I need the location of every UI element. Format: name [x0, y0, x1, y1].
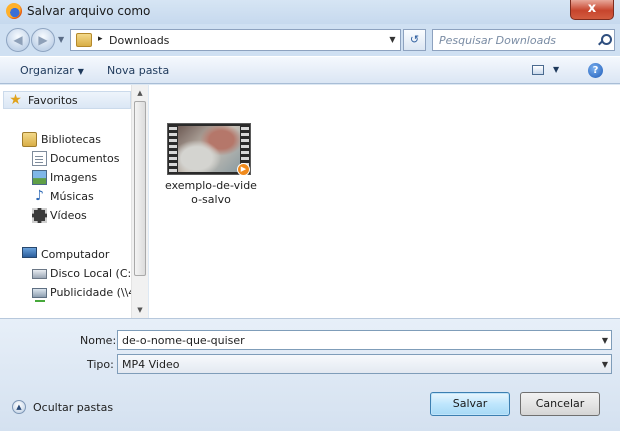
view-dropdown-icon[interactable]: ▼ — [553, 65, 559, 74]
file-type-select[interactable]: MP4 Video ▼ — [117, 354, 612, 374]
nav-item-documentos[interactable]: Documentos — [0, 150, 134, 168]
search-input[interactable]: Pesquisar Downloads — [439, 34, 556, 47]
chevron-down-icon[interactable]: ▼ — [602, 336, 608, 345]
nav-item-label: Bibliotecas — [41, 133, 102, 146]
file-name: exemplo-de-video-salvo — [165, 179, 257, 206]
nav-item-bibliotecas[interactable]: Bibliotecas — [0, 131, 134, 149]
save-options-panel: Nome: de-o-nome-que-quiser ▼ Tipo: MP4 V… — [0, 318, 620, 431]
documents-icon — [32, 151, 47, 166]
nav-item-label: Imagens — [50, 171, 98, 184]
chevron-down-icon[interactable]: ▼ — [602, 360, 608, 369]
play-icon: ▶ — [237, 163, 250, 176]
scroll-thumb[interactable] — [134, 101, 146, 276]
hide-folders-label[interactable]: Ocultar pastas — [33, 401, 113, 414]
navigation-pane: ★ Favoritos Bibliotecas Documentos Image… — [0, 85, 148, 318]
firefox-icon — [6, 3, 22, 19]
organize-button[interactable]: Organizar ▼ — [20, 64, 84, 77]
network-drive-icon — [32, 288, 47, 302]
recent-locations-dropdown[interactable]: ▼ — [58, 35, 64, 44]
help-icon[interactable]: ? — [588, 63, 603, 78]
window-title: Salvar arquivo como — [27, 4, 151, 18]
chevron-up-icon[interactable]: ▲ — [12, 400, 26, 414]
view-options-icon[interactable] — [532, 65, 544, 75]
nav-item-computador[interactable]: Computador — [0, 246, 134, 264]
star-icon: ★ — [9, 92, 22, 108]
file-list-pane[interactable]: ▶ exemplo-de-video-salvo — [149, 85, 620, 318]
breadcrumb-downloads[interactable]: Downloads — [109, 34, 169, 47]
command-toolbar: Organizar ▼ Nova pasta ▼ ? — [0, 56, 620, 84]
file-name-field[interactable]: de-o-nome-que-quiser ▼ — [117, 330, 612, 350]
nav-item-label: Favoritos — [28, 94, 78, 107]
libraries-icon — [22, 132, 37, 147]
type-label: Tipo: — [87, 358, 114, 371]
file-name-value[interactable]: de-o-nome-que-quiser — [122, 334, 245, 347]
search-box[interactable]: Pesquisar Downloads — [432, 29, 615, 51]
computer-icon — [22, 247, 37, 258]
forward-button[interactable]: ▶ — [31, 28, 55, 52]
video-thumbnail: ▶ — [167, 123, 251, 176]
local-disk-icon — [32, 269, 47, 279]
address-bar[interactable]: ▸ Downloads ▼ — [70, 29, 401, 51]
new-folder-button[interactable]: Nova pasta — [107, 64, 169, 77]
back-button[interactable]: ◀ — [6, 28, 30, 52]
film-strip-icon — [169, 124, 177, 174]
search-icon[interactable] — [598, 34, 612, 46]
refresh-icon: ↺ — [409, 33, 420, 46]
nav-item-label: Disco Local (C:) — [50, 267, 134, 280]
scroll-up-arrow-icon[interactable]: ▲ — [132, 85, 148, 101]
pictures-icon — [32, 170, 47, 185]
close-button[interactable]: x — [570, 0, 614, 20]
nav-item-label: Vídeos — [50, 209, 87, 222]
nav-item-videos[interactable]: Vídeos — [0, 207, 134, 225]
folder-icon — [76, 33, 92, 47]
name-label: Nome: — [80, 334, 117, 347]
nav-item-imagens[interactable]: Imagens — [0, 169, 134, 187]
scroll-down-arrow-icon[interactable]: ▼ — [132, 302, 148, 318]
music-icon: ♪ — [35, 188, 44, 204]
nav-item-label: Documentos — [50, 152, 120, 165]
title-bar: Salvar arquivo como x — [0, 0, 620, 24]
nav-item-disco-local[interactable]: Disco Local (C:) — [0, 265, 134, 283]
nav-item-publicidade[interactable]: Publicidade (\\40 — [0, 284, 134, 302]
nav-item-label: Músicas — [50, 190, 94, 203]
video-frame-image — [178, 126, 240, 172]
nav-item-label: Publicidade (\\40 — [50, 286, 134, 299]
nav-item-favoritos[interactable]: ★ Favoritos — [3, 91, 131, 109]
navigation-scrollbar[interactable]: ▲ ▼ — [131, 85, 148, 318]
videos-icon — [32, 208, 47, 223]
cancel-button[interactable]: Cancelar — [520, 392, 600, 416]
save-button[interactable]: Salvar — [430, 392, 510, 416]
caret-down-icon: ▼ — [77, 67, 84, 76]
breadcrumb-separator[interactable]: ▸ — [98, 34, 103, 44]
nav-item-label: Computador — [41, 248, 110, 261]
organize-label: Organizar — [20, 64, 74, 77]
file-item-video[interactable]: ▶ exemplo-de-video-salvo — [163, 123, 259, 206]
chevron-down-icon[interactable]: ▼ — [385, 30, 400, 50]
address-row: ◀ ▶ ▼ ▸ Downloads ▼ ↺ Pesquisar Download… — [0, 24, 620, 56]
refresh-button[interactable]: ↺ — [403, 29, 426, 51]
file-type-value: MP4 Video — [122, 358, 180, 371]
nav-item-musicas[interactable]: ♪ Músicas — [0, 188, 134, 206]
